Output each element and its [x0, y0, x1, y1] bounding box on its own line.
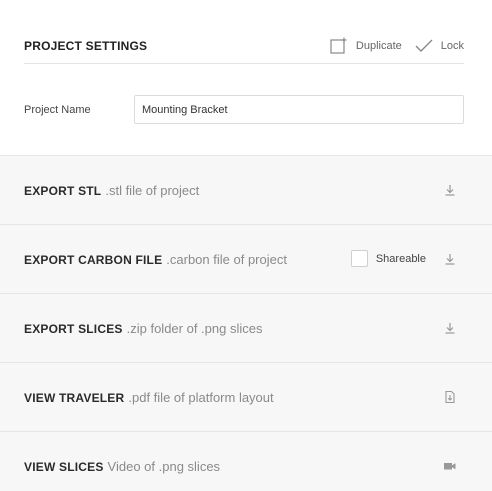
- header-actions: Duplicate Lock: [330, 37, 464, 54]
- row-description: .zip folder of .png slices: [126, 321, 263, 336]
- view-slices-label: VIEW SLICES Video of .png slices: [24, 459, 220, 474]
- row-title: VIEW TRAVELER: [24, 391, 125, 405]
- shareable-label: Shareable: [375, 252, 426, 265]
- row-description: .pdf file of platform layout: [128, 390, 274, 405]
- view-traveler-label: VIEW TRAVELER .pdf file of platform layou…: [24, 390, 274, 405]
- row-description: .stl file of project: [105, 183, 200, 198]
- row-title: VIEW SLICES: [24, 460, 104, 474]
- row-description: .carbon file of project: [166, 252, 287, 267]
- project-name-input[interactable]: [134, 95, 464, 124]
- view-slices-row[interactable]: VIEW SLICES Video of .png slices: [0, 431, 492, 491]
- export-carbon-label: EXPORT CARBON FILE .carbon file of projec…: [24, 252, 287, 267]
- shareable-toggle[interactable]: Shareable: [350, 250, 426, 267]
- lock-label: Lock: [440, 39, 464, 52]
- shareable-checkbox[interactable]: [350, 250, 368, 267]
- download-icon[interactable]: [443, 321, 457, 335]
- export-carbon-row[interactable]: EXPORT CARBON FILE .carbon file of projec…: [0, 224, 492, 293]
- download-icon[interactable]: [443, 183, 457, 197]
- lock-button[interactable]: Lock: [415, 39, 464, 53]
- project-name-row: Project Name: [24, 95, 464, 124]
- export-stl-row[interactable]: EXPORT STL .stl file of project: [0, 155, 492, 224]
- row-title: EXPORT SLICES: [24, 322, 123, 336]
- view-traveler-row[interactable]: VIEW TRAVELER .pdf file of platform layou…: [0, 362, 492, 431]
- settings-header: PROJECT SETTINGS Duplicate Lock Project …: [0, 0, 492, 155]
- action-rows: EXPORT STL .stl file of project EXPORT CA…: [0, 155, 492, 491]
- export-slices-label: EXPORT SLICES .zip folder of .png slices: [24, 321, 262, 336]
- row-description: Video of .png slices: [107, 459, 221, 474]
- duplicate-button[interactable]: Duplicate: [330, 37, 402, 54]
- export-stl-label: EXPORT STL .stl file of project: [24, 183, 199, 198]
- export-slices-row[interactable]: EXPORT SLICES .zip folder of .png slices: [0, 293, 492, 362]
- duplicate-label: Duplicate: [355, 39, 402, 52]
- document-icon[interactable]: [443, 390, 457, 404]
- video-camera-icon[interactable]: [443, 459, 457, 473]
- download-icon[interactable]: [443, 252, 457, 266]
- row-title: EXPORT CARBON FILE: [24, 253, 163, 267]
- row-title: EXPORT STL: [24, 184, 102, 198]
- page-title: PROJECT SETTINGS: [24, 39, 148, 53]
- duplicate-icon: [330, 37, 348, 54]
- project-name-label: Project Name: [24, 104, 91, 116]
- checkmark-icon: [415, 39, 433, 53]
- title-row: PROJECT SETTINGS Duplicate Lock: [24, 27, 464, 64]
